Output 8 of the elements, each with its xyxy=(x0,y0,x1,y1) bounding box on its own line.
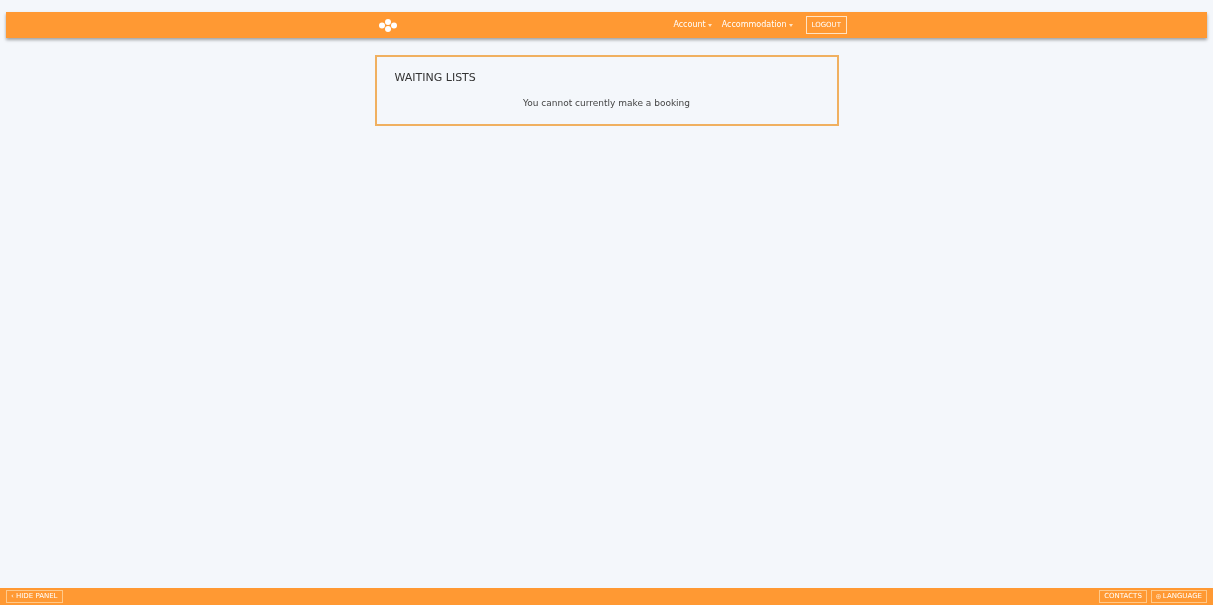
nav-menu[interactable]: Account xyxy=(668,19,717,31)
caret-icon xyxy=(788,23,793,27)
nav-menu[interactable]: Accommodation xyxy=(716,19,798,31)
caret-icon xyxy=(707,23,712,27)
panel-title: WAITING LISTS xyxy=(394,70,477,86)
globe-icon xyxy=(1155,594,1161,599)
logo-icon xyxy=(378,18,398,32)
no-booking-message: You cannot currently make a booking xyxy=(521,96,692,110)
